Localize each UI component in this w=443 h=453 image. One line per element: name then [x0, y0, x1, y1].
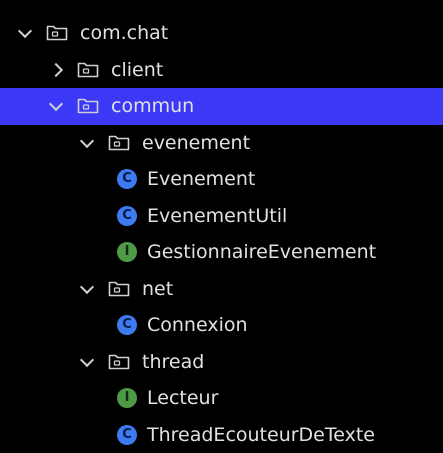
tree-row-label: EvenementUtil: [147, 205, 287, 227]
interface-icon: I: [117, 242, 137, 262]
tree-row-Connexion[interactable]: C Connexion: [0, 307, 443, 344]
tree-row-label: Lecteur: [147, 387, 218, 409]
tree-row-label: thread: [142, 351, 204, 373]
tree-row-EvenementUtil[interactable]: C EvenementUtil: [0, 198, 443, 235]
tree-row-commun[interactable]: commun: [0, 88, 443, 125]
folder-package-icon: [108, 280, 130, 297]
chevron-down-icon[interactable]: [80, 280, 94, 294]
tree-row-label: client: [111, 59, 163, 81]
tree-row-GestionnaireEvenement[interactable]: I GestionnaireEvenement: [0, 234, 443, 271]
tree-row-label: net: [142, 278, 173, 300]
class-icon: C: [117, 206, 137, 226]
chevron-down-icon[interactable]: [18, 24, 32, 38]
tree-row-label: commun: [111, 95, 194, 117]
folder-package-icon: [46, 24, 68, 41]
class-icon: C: [117, 169, 137, 189]
interface-icon: I: [117, 388, 137, 408]
project-tree: com.chatclientcommunevenementCEvenementC…: [0, 15, 443, 453]
tree-row-net[interactable]: net: [0, 271, 443, 308]
folder-package-icon: [77, 97, 99, 114]
tree-row-Lecteur[interactable]: I Lecteur: [0, 380, 443, 417]
tree-row-label: GestionnaireEvenement: [147, 241, 376, 263]
folder-package-icon: [77, 61, 99, 78]
tree-row-evenement[interactable]: evenement: [0, 125, 443, 162]
folder-package-icon: [108, 353, 130, 370]
chevron-down-icon[interactable]: [49, 97, 63, 111]
folder-package-icon: [108, 134, 130, 151]
tree-row-Evenement[interactable]: C Evenement: [0, 161, 443, 198]
class-icon: C: [117, 315, 137, 335]
tree-row-label: evenement: [142, 132, 250, 154]
tree-row-label: ThreadEcouteurDeTexte: [147, 424, 375, 446]
tree-row-label: com.chat: [80, 22, 168, 44]
chevron-down-icon[interactable]: [80, 134, 94, 148]
tree-row-thread[interactable]: thread: [0, 344, 443, 381]
tree-row-label: Connexion: [147, 314, 248, 336]
class-icon: C: [117, 425, 137, 445]
chevron-right-icon[interactable]: [49, 63, 63, 77]
tree-row-label: Evenement: [147, 168, 255, 190]
tree-row-com-chat[interactable]: com.chat: [0, 15, 443, 52]
chevron-down-icon[interactable]: [80, 353, 94, 367]
tree-row-client[interactable]: client: [0, 52, 443, 89]
tree-row-ThreadEcouteurDeTexte[interactable]: C ThreadEcouteurDeTexte: [0, 417, 443, 453]
